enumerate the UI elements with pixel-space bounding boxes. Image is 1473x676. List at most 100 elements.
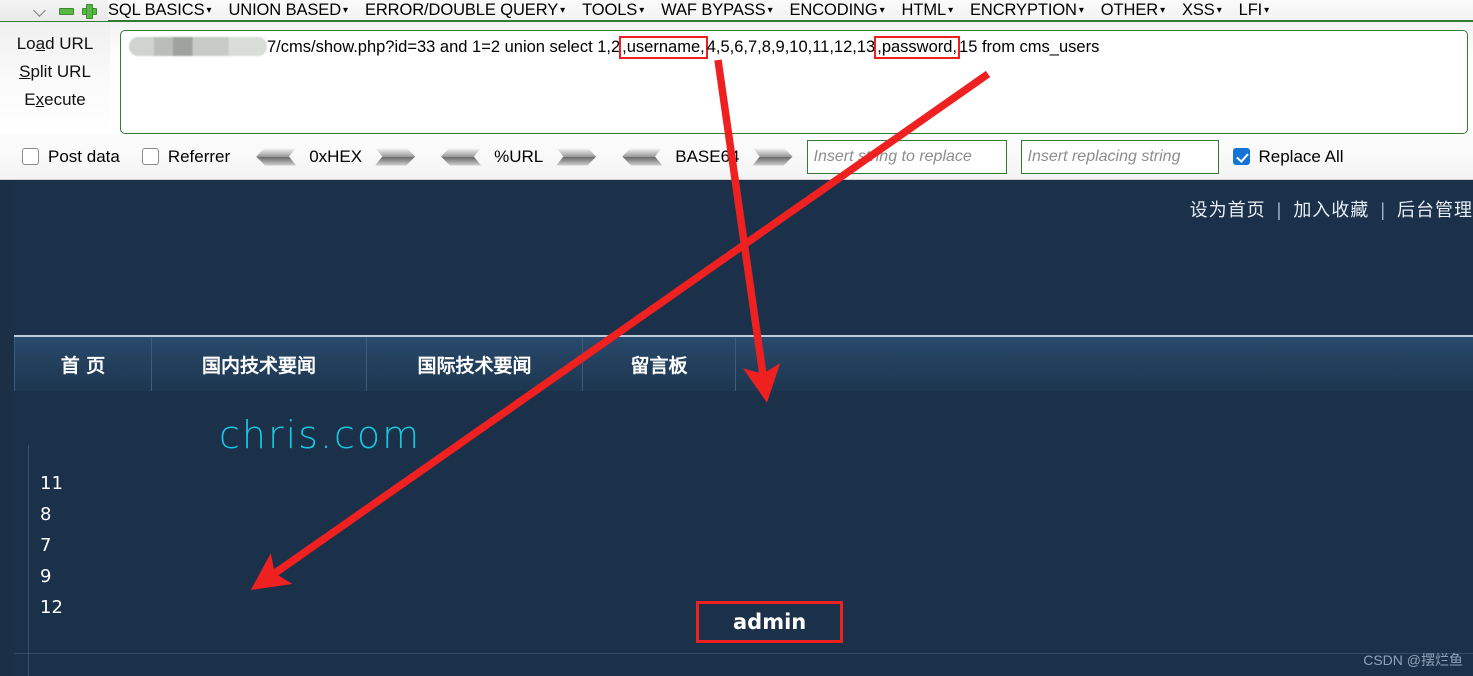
replace-string-input[interactable]: Insert replacing string bbox=[1020, 139, 1219, 174]
url-input[interactable]: 7/cms/show.php?id=33 and 1=2 union selec… bbox=[120, 30, 1468, 134]
options-bar: Post data Referrer 0xHEX %URL BASE64 Ins… bbox=[0, 134, 1473, 180]
chevron-down-icon: ▾ bbox=[948, 4, 953, 16]
injected-number-list: 11 8 7 9 12 bbox=[26, 468, 63, 623]
chevron-down-icon: ▾ bbox=[1264, 4, 1270, 16]
arrow-left-icon[interactable] bbox=[256, 147, 297, 166]
menu-item-lfi[interactable]: LFI ▾ bbox=[1238, 0, 1270, 20]
menu-label: WAF BYPASS bbox=[661, 0, 766, 19]
btn-text: E bbox=[24, 90, 36, 109]
menu-item-encoding[interactable]: ENCODING ▾ bbox=[789, 1, 884, 20]
menu-item-list: SQL BASICS ▾ UNION BASED ▾ ERROR/DOUBLE QU… bbox=[108, 1, 1473, 20]
chevron-down-icon: ▾ bbox=[639, 4, 645, 16]
url-input-value: 7/cms/show.php?id=33 and 1=2 union selec… bbox=[127, 36, 1461, 59]
load-url-button[interactable]: Load URL bbox=[17, 30, 94, 58]
referrer-checkbox[interactable]: Referrer bbox=[141, 146, 231, 167]
minus-icon[interactable] bbox=[58, 3, 74, 18]
url-segment-3: 15 from cms_users bbox=[959, 38, 1100, 56]
nav-item-home[interactable]: 首 页 bbox=[14, 337, 152, 391]
chevron-down-icon[interactable] bbox=[32, 2, 48, 18]
chevron-down-icon: ▾ bbox=[206, 4, 212, 16]
menu-label: ERROR/DOUBLE QUERY bbox=[364, 0, 559, 19]
checkbox-box-checked[interactable] bbox=[1232, 148, 1250, 165]
menu-item-error-double-query[interactable]: ERROR/DOUBLE QUERY ▾ bbox=[365, 1, 565, 20]
chevron-down-icon: ▾ bbox=[343, 4, 348, 16]
btn-text: d URL bbox=[45, 34, 94, 53]
watermark-rule bbox=[14, 653, 1473, 654]
menu-label: XSS bbox=[1181, 0, 1215, 19]
post-data-label: Post data bbox=[48, 146, 120, 166]
url-segment-2: 4,5,6,7,8,9,10,11,12,13 bbox=[706, 38, 876, 56]
menu-label: SQL BASICS bbox=[108, 0, 205, 19]
encoder-label-url: %URL bbox=[494, 146, 544, 166]
btn-accel: x bbox=[35, 90, 45, 109]
btn-text: ecute bbox=[44, 90, 86, 109]
list-item: 7 bbox=[40, 535, 52, 556]
post-data-checkbox[interactable]: Post data bbox=[22, 147, 120, 167]
link-add-favorite[interactable]: 加入收藏 bbox=[1293, 200, 1369, 220]
search-string-placeholder: Insert string to replace bbox=[813, 147, 972, 165]
menu-item-waf-bypass[interactable]: WAF BYPASS ▾ bbox=[661, 1, 772, 20]
list-item: 12 bbox=[40, 597, 63, 618]
injected-username-result: admin bbox=[696, 601, 844, 643]
encoder-label-hex: 0xHEX bbox=[309, 146, 363, 166]
menu-item-union-based[interactable]: UNION BASED ▾ bbox=[228, 1, 348, 20]
chevron-down-icon: ▾ bbox=[1160, 4, 1165, 16]
list-item: 11 bbox=[40, 473, 63, 494]
site-toplinks: 设为首页 | 加入收藏 | 后台管理 bbox=[1190, 196, 1473, 222]
menu-item-html[interactable]: HTML ▾ bbox=[901, 0, 954, 20]
link-admin-panel[interactable]: 后台管理 bbox=[1397, 200, 1473, 220]
checkbox-box[interactable] bbox=[141, 148, 159, 165]
menu-item-sql-basics[interactable]: SQL BASICS ▾ bbox=[108, 0, 212, 20]
window-controls bbox=[0, 0, 108, 21]
list-item: 9 bbox=[40, 566, 52, 587]
arrow-left-icon[interactable] bbox=[622, 147, 663, 166]
menu-label: LFI bbox=[1238, 0, 1263, 19]
menu-item-encryption[interactable]: ENCRYPTION ▾ bbox=[970, 1, 1084, 20]
encoder-hex-group: 0xHEX bbox=[256, 146, 416, 167]
chevron-down-icon: ▾ bbox=[767, 4, 773, 16]
arrow-right-icon[interactable] bbox=[556, 147, 597, 166]
site-logo: chris.com bbox=[219, 413, 422, 457]
replace-all-label: Replace All bbox=[1258, 146, 1344, 166]
chevron-down-icon: ▾ bbox=[1078, 4, 1084, 16]
menu-label: HTML bbox=[901, 0, 947, 19]
execute-button[interactable]: Execute bbox=[24, 86, 85, 114]
menu-label: TOOLS bbox=[582, 0, 638, 19]
chevron-down-icon: ▾ bbox=[560, 4, 566, 16]
chevron-down-icon: ▾ bbox=[879, 4, 885, 16]
nav-item-domestic-tech-news[interactable]: 国内技术要闻 bbox=[152, 337, 367, 391]
csdn-watermark: CSDN @摆烂鱼 bbox=[1363, 652, 1463, 668]
browser-viewport: 设为首页 | 加入收藏 | 后台管理 chris.com 首 页 国内技术要闻 国际技术… bbox=[0, 180, 1473, 676]
highlight-username: ,username, bbox=[619, 36, 708, 59]
chevron-down-icon: ▾ bbox=[1216, 4, 1222, 16]
arrow-right-icon[interactable] bbox=[375, 147, 416, 166]
arrow-left-icon[interactable] bbox=[441, 147, 482, 166]
main-menubar: SQL BASICS ▾ UNION BASED ▾ ERROR/DOUBLE QU… bbox=[0, 0, 1473, 22]
url-tool-panel: Load URL Split URL Execute 7/cms/show.ph… bbox=[0, 22, 1473, 134]
split-url-button[interactable]: Split URL bbox=[19, 58, 91, 86]
checkbox-box[interactable] bbox=[22, 148, 39, 165]
link-separator: | bbox=[1276, 200, 1283, 220]
menu-label: ENCODING bbox=[789, 0, 878, 19]
btn-accel: S bbox=[19, 62, 31, 81]
url-segment-1: 7/cms/show.php?id=33 and 1=2 union selec… bbox=[267, 38, 621, 56]
screenshot-root: SQL BASICS ▾ UNION BASED ▾ ERROR/DOUBLE QU… bbox=[0, 0, 1473, 676]
link-separator: | bbox=[1380, 200, 1386, 220]
nav-item-international-tech-news[interactable]: 国际技术要闻 bbox=[367, 337, 583, 391]
arrow-right-icon[interactable] bbox=[752, 147, 793, 166]
plus-icon[interactable] bbox=[81, 3, 97, 19]
menu-label: ENCRYPTION bbox=[969, 0, 1077, 19]
replace-all-checkbox[interactable]: Replace All bbox=[1232, 146, 1344, 167]
redacted-host-blur bbox=[129, 37, 267, 56]
nav-item-message-board[interactable]: 留言板 bbox=[583, 337, 736, 391]
replace-string-placeholder: Insert replacing string bbox=[1027, 147, 1181, 165]
menu-label: UNION BASED bbox=[228, 0, 342, 19]
link-set-homepage[interactable]: 设为首页 bbox=[1190, 200, 1266, 220]
menu-item-other[interactable]: OTHER ▾ bbox=[1101, 1, 1165, 20]
encoder-label-base64: BASE64 bbox=[675, 146, 740, 166]
menu-item-xss[interactable]: XSS ▾ bbox=[1182, 1, 1222, 20]
site-content: 设为首页 | 加入收藏 | 后台管理 chris.com 首 页 国内技术要闻 国际技术… bbox=[14, 180, 1473, 676]
referrer-label: Referrer bbox=[167, 146, 231, 166]
search-string-input[interactable]: Insert string to replace bbox=[806, 139, 1007, 174]
menu-item-tools[interactable]: TOOLS ▾ bbox=[582, 1, 644, 20]
